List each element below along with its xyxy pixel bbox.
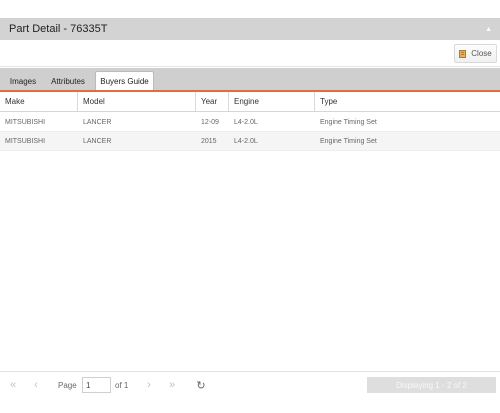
table-row[interactable]: MITSUBISHI LANCER 12-09 L4-2.0L Engine T… bbox=[0, 113, 500, 132]
window-title-bar: Part Detail - 76335T ▲ bbox=[0, 18, 500, 40]
toolbar: Close bbox=[0, 40, 500, 67]
close-button-label: Close bbox=[471, 49, 492, 58]
table-row[interactable]: MITSUBISHI LANCER 2015 L4-2.0L Engine Ti… bbox=[0, 132, 500, 151]
cell-type: Engine Timing Set bbox=[320, 138, 377, 145]
page-count-label: of 1 bbox=[115, 380, 129, 390]
last-page-icon[interactable]: » bbox=[163, 376, 181, 394]
tab-buyers-guide[interactable]: Buyers Guide bbox=[95, 71, 154, 90]
cell-type: Engine Timing Set bbox=[320, 119, 377, 126]
column-header-model[interactable]: Model bbox=[78, 92, 196, 111]
cell-model: LANCER bbox=[83, 119, 112, 126]
column-header-year[interactable]: Year bbox=[196, 92, 229, 111]
close-icon bbox=[459, 49, 467, 58]
cell-year: 12-09 bbox=[201, 119, 219, 126]
close-button[interactable]: Close bbox=[454, 44, 497, 63]
collapse-icon[interactable]: ▲ bbox=[485, 26, 492, 33]
displaying-status: Displaying 1 - 2 of 2 bbox=[367, 377, 496, 393]
cell-make: MITSUBISHI bbox=[5, 119, 46, 126]
refresh-icon[interactable]: ↻ bbox=[192, 376, 210, 394]
tab-attributes[interactable]: Attributes bbox=[45, 72, 91, 90]
paging-toolbar: « ‹ Page of 1 › » ↻ Displaying 1 - 2 of … bbox=[0, 371, 500, 397]
first-page-icon[interactable]: « bbox=[4, 376, 22, 394]
page-label: Page bbox=[58, 380, 77, 390]
prev-page-icon[interactable]: ‹ bbox=[27, 376, 45, 394]
cell-engine: L4-2.0L bbox=[234, 119, 258, 126]
cell-year: 2015 bbox=[201, 138, 217, 145]
column-header-engine[interactable]: Engine bbox=[229, 92, 315, 111]
tab-images[interactable]: Images bbox=[3, 72, 43, 90]
column-header-type[interactable]: Type bbox=[315, 92, 500, 111]
next-page-icon[interactable]: › bbox=[140, 376, 158, 394]
column-header-make[interactable]: Make bbox=[0, 92, 78, 111]
page-number-input[interactable] bbox=[82, 377, 111, 393]
window-title: Part Detail - 76335T bbox=[9, 23, 108, 35]
grid-header: Make Model Year Engine Type bbox=[0, 92, 500, 112]
cell-engine: L4-2.0L bbox=[234, 138, 258, 145]
tab-bar: Images Attributes Buyers Guide bbox=[0, 68, 500, 92]
cell-make: MITSUBISHI bbox=[5, 138, 46, 145]
cell-model: LANCER bbox=[83, 138, 112, 145]
